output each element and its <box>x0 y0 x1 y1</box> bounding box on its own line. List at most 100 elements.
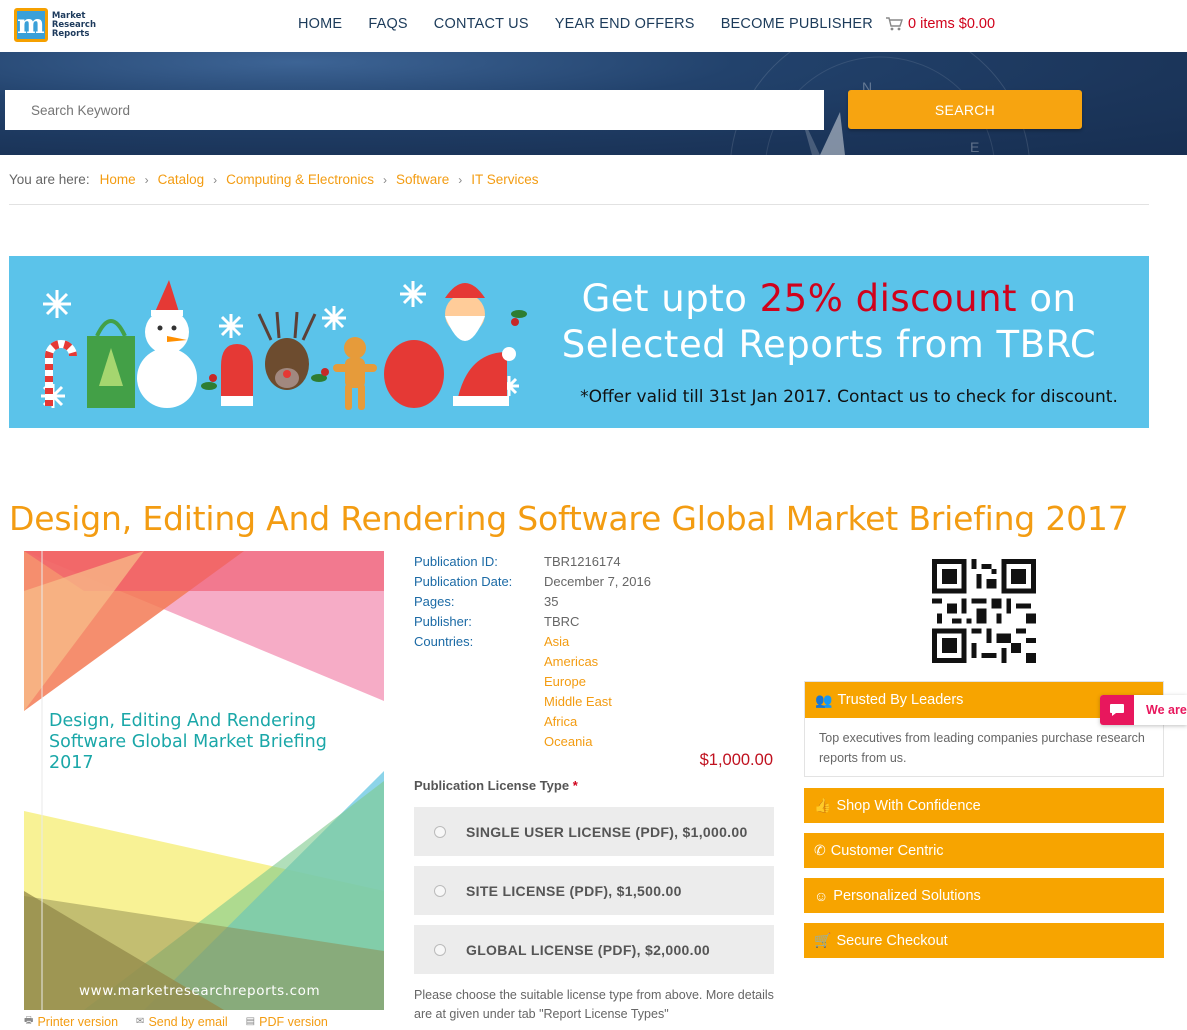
publisher: TBRC <box>544 614 580 629</box>
breadcrumb: You are here: Home › Catalog › Computing… <box>9 172 539 187</box>
banner-line2: Selected Reports from TBRC <box>561 323 1097 366</box>
license-label: GLOBAL LICENSE (PDF), $2,000.00 <box>466 941 710 958</box>
meta-row: Oceania <box>414 732 651 752</box>
license-option-single[interactable]: SINGLE USER LICENSE (PDF), $1,000.00 <box>414 807 774 856</box>
page-title: Design, Editing And Rendering Software G… <box>9 499 1129 538</box>
site-logo[interactable]: m Market Research Reports <box>14 6 96 44</box>
search-input[interactable] <box>5 90 824 130</box>
search-button[interactable]: SEARCH <box>848 90 1082 129</box>
radio-button[interactable] <box>434 825 446 838</box>
meta-row: Publisher: TBRC <box>414 612 651 632</box>
country-link[interactable]: Middle East <box>544 692 612 712</box>
license-type-heading: Publication License Type * <box>414 778 578 793</box>
chevron-right-icon: › <box>213 172 218 187</box>
meta-key: Countries: <box>414 634 474 649</box>
meta-row: Countries: Asia <box>414 632 651 652</box>
search-hero: N E SEARCH <box>0 52 1187 155</box>
meta-row: Publication ID: TBR1216174 <box>414 552 651 572</box>
cart-summary: 0 items $0.00 <box>908 16 996 32</box>
logo-mark: m <box>14 8 48 42</box>
box-label: Customer Centric <box>830 842 944 859</box>
breadcrumb-catalog[interactable]: Catalog <box>158 172 205 187</box>
breadcrumb-computing[interactable]: Computing & Electronics <box>226 172 374 187</box>
main-nav: HOME FAQS CONTACT US YEAR END OFFERS BEC… <box>298 16 899 32</box>
box-label: Personalized Solutions <box>833 887 981 904</box>
pdf-icon: ▤ <box>245 1016 256 1027</box>
breadcrumb-software[interactable]: Software <box>396 172 449 187</box>
country-link[interactable]: Asia <box>544 632 569 652</box>
smile-icon: ☺ <box>814 887 829 904</box>
license-option-site[interactable]: SITE LICENSE (PDF), $1,500.00 <box>414 866 774 915</box>
meta-row: Publication Date: December 7, 2016 <box>414 572 651 592</box>
radio-button[interactable] <box>434 884 446 897</box>
nav-become-publisher[interactable]: BECOME PUBLISHER <box>721 16 873 32</box>
chat-bubble-icon <box>1100 695 1134 725</box>
promo-banner[interactable]: Get upto 25% discount on Selected Report… <box>9 256 1149 428</box>
secure-checkout-box[interactable]: 🛒 Secure Checkout <box>804 923 1164 958</box>
banner-headline: Get upto 25% discount on Selected Report… <box>539 276 1119 368</box>
publication-id: TBR1216174 <box>544 554 621 569</box>
country-link[interactable]: Africa <box>544 712 577 732</box>
nav-year-end-offers[interactable]: YEAR END OFFERS <box>555 16 695 32</box>
radio-button[interactable] <box>434 943 446 956</box>
publication-date: December 7, 2016 <box>544 574 651 589</box>
meta-key: Publication ID: <box>414 554 498 569</box>
meta-key: Pages: <box>414 594 455 609</box>
chevron-right-icon: › <box>144 172 149 187</box>
shop-with-confidence-box[interactable]: 👍 Shop With Confidence <box>804 788 1164 823</box>
svg-text:E: E <box>970 139 979 155</box>
country-link[interactable]: Americas <box>544 652 598 672</box>
license-label: SITE LICENSE (PDF), $1,500.00 <box>466 882 682 899</box>
breadcrumb-it-services[interactable]: IT Services <box>471 172 538 187</box>
qr-code <box>932 559 1036 663</box>
breadcrumb-home[interactable]: Home <box>100 172 136 187</box>
cart-icon <box>886 17 903 31</box>
license-label: SINGLE USER LICENSE (PDF), $1,000.00 <box>466 823 748 840</box>
logo-text: Market Research Reports <box>51 10 96 39</box>
trusted-text: Top executives from leading companies pu… <box>819 731 1145 765</box>
cart-link[interactable]: 0 items $0.00 <box>886 16 995 32</box>
banner-note: *Offer valid till 31st Jan 2017. Contact… <box>580 387 1118 407</box>
chat-widget[interactable]: We are <box>1100 695 1187 725</box>
christmas-illustration <box>41 280 527 410</box>
thumbs-up-icon: 👍 <box>814 797 832 813</box>
report-cover-image: Design, Editing And Rendering Software G… <box>24 551 384 1010</box>
report-price: $1,000.00 <box>699 751 773 769</box>
meta-key: Publication Date: <box>414 574 513 589</box>
nav-faqs[interactable]: FAQS <box>368 16 407 32</box>
cover-title: Design, Editing And Rendering Software G… <box>49 711 327 773</box>
license-option-global[interactable]: GLOBAL LICENSE (PDF), $2,000.00 <box>414 925 774 974</box>
pdf-version-link[interactable]: ▤ PDF version <box>246 1013 328 1030</box>
cover-url: www.marketresearchreports.com <box>79 983 321 999</box>
license-heading-text: Publication License Type <box>414 778 570 793</box>
country-link[interactable]: Oceania <box>544 732 592 752</box>
printer-version-label: Printer version <box>37 1014 119 1029</box>
box-label: Secure Checkout <box>836 932 948 949</box>
chevron-right-icon: › <box>458 172 463 187</box>
nav-contact-us[interactable]: CONTACT US <box>434 16 529 32</box>
pages-count: 35 <box>544 594 559 609</box>
meta-row: Europe <box>414 672 651 692</box>
meta-row: Africa <box>414 712 651 732</box>
meta-row: Middle East <box>414 692 651 712</box>
meta-row: Pages: 35 <box>414 592 651 612</box>
required-marker: * <box>572 778 578 793</box>
send-email-label: Send by email <box>148 1014 228 1029</box>
country-link[interactable]: Europe <box>544 672 586 692</box>
send-email-link[interactable]: ✉ Send by email <box>136 1013 228 1030</box>
personalized-solutions-box[interactable]: ☺ Personalized Solutions <box>804 878 1164 913</box>
cover-art <box>24 551 384 1010</box>
chat-label: We are <box>1146 703 1187 717</box>
printer-icon: 🖶 <box>24 1015 34 1026</box>
publication-meta: Publication ID: TBR1216174 Publication Da… <box>414 552 651 752</box>
breadcrumb-label: You are here: <box>9 172 90 187</box>
printer-version-link[interactable]: 🖶 Printer version <box>24 1013 118 1030</box>
phone-icon: ✆ <box>814 842 826 858</box>
banner-line1-prefix: Get upto <box>581 277 748 320</box>
customer-centric-box[interactable]: ✆ Customer Centric <box>804 833 1164 868</box>
meta-key: Publisher: <box>414 614 472 629</box>
cart-icon: 🛒 <box>814 932 832 948</box>
box-label: Shop With Confidence <box>836 797 981 814</box>
top-header: m Market Research Reports HOME FAQS CONT… <box>0 0 1187 52</box>
nav-home[interactable]: HOME <box>298 16 342 32</box>
